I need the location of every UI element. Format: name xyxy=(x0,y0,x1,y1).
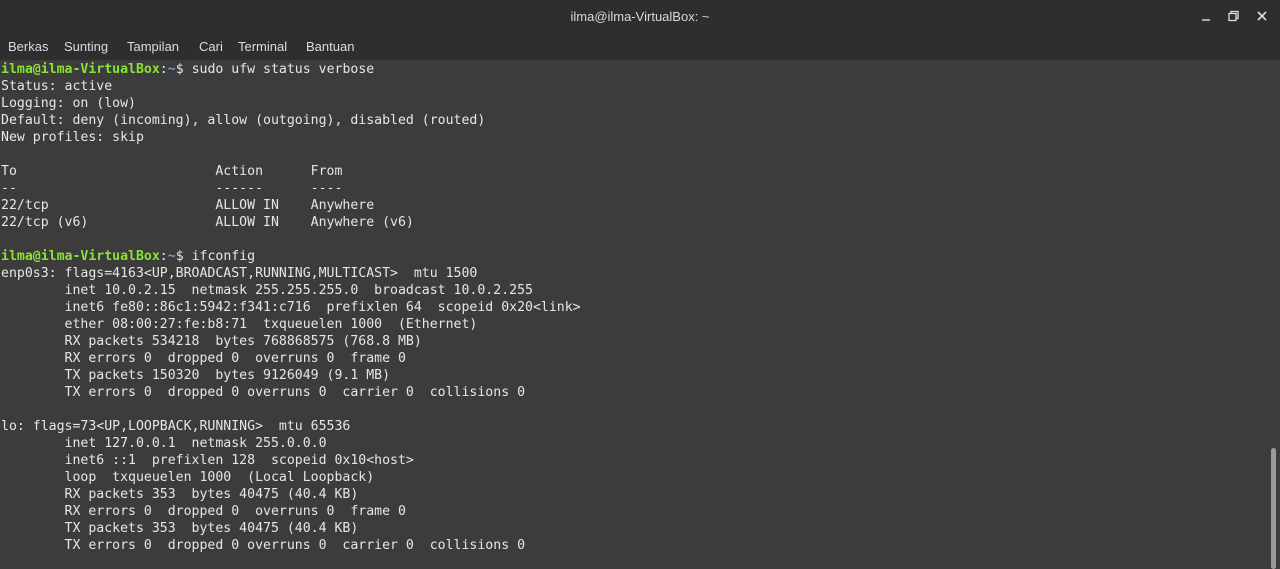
restore-icon xyxy=(1228,10,1239,22)
title-bar[interactable]: ilma@ilma-VirtualBox: ~ xyxy=(0,0,1280,32)
prompt-path: ~ xyxy=(167,62,176,77)
output-line: RX packets 353 bytes 40475 (40.4 KB) xyxy=(1,487,359,502)
output-line: inet6 ::1 prefixlen 128 scopeid 0x10<hos… xyxy=(1,453,414,468)
command-text: ifconfig xyxy=(191,249,256,264)
output-line: -- ------ ---- xyxy=(1,181,343,196)
menu-bantuan[interactable]: Bantuan xyxy=(306,39,354,54)
close-icon xyxy=(1257,11,1267,21)
output-line: TX packets 150320 bytes 9126049 (9.1 MB) xyxy=(1,368,391,383)
output-line: inet 10.0.2.15 netmask 255.255.255.0 bro… xyxy=(1,283,533,298)
prompt-separator: : xyxy=(159,249,168,264)
scrollbar-thumb[interactable] xyxy=(1271,448,1276,569)
prompt-symbol: $ xyxy=(175,62,192,77)
output-line: New profiles: skip xyxy=(1,130,144,145)
terminal-lines: ilma@ilma-VirtualBox:~$ sudo ufw status … xyxy=(1,61,581,554)
menu-tampilan[interactable]: Tampilan xyxy=(127,39,179,54)
prompt-user: ilma@ilma-VirtualBox xyxy=(1,249,160,264)
window-title: ilma@ilma-VirtualBox: ~ xyxy=(570,9,710,24)
output-line: RX errors 0 dropped 0 overruns 0 frame 0 xyxy=(1,504,406,519)
close-button[interactable] xyxy=(1252,6,1272,26)
menu-berkas[interactable]: Berkas xyxy=(8,39,48,54)
output-line: RX packets 534218 bytes 768868575 (768.8… xyxy=(1,334,422,349)
menu-sunting[interactable]: Sunting xyxy=(64,39,108,54)
prompt-separator: : xyxy=(159,62,168,77)
output-line: ether 08:00:27:fe:b8:71 txqueuelen 1000 … xyxy=(1,317,478,332)
menu-cari[interactable]: Cari xyxy=(199,39,223,54)
minimize-icon xyxy=(1202,19,1210,21)
prompt-line: ilma@ilma-VirtualBox:~$ sudo ufw status … xyxy=(1,61,581,78)
output-line: To Action From xyxy=(1,164,343,179)
output-line: TX packets 353 bytes 40475 (40.4 KB) xyxy=(1,521,359,536)
terminal-output[interactable]: ilma@ilma-VirtualBox:~$ sudo ufw status … xyxy=(0,60,1268,569)
menu-bar: Berkas Sunting Tampilan Cari Terminal Ba… xyxy=(0,32,1280,60)
output-line: inet6 fe80::86c1:5942:f341:c716 prefixle… xyxy=(1,300,581,315)
terminal-window: ilma@ilma-VirtualBox: ~ Berkas Sunting T… xyxy=(0,0,1280,569)
output-line: loop txqueuelen 1000 (Local Loopback) xyxy=(1,470,375,485)
menu-terminal[interactable]: Terminal xyxy=(238,39,287,54)
scrollbar[interactable] xyxy=(1268,60,1280,569)
output-line: RX errors 0 dropped 0 overruns 0 frame 0 xyxy=(1,351,406,366)
output-line: Logging: on (low) xyxy=(1,96,136,111)
prompt-user: ilma@ilma-VirtualBox xyxy=(1,62,160,77)
output-line: TX errors 0 dropped 0 overruns 0 carrier… xyxy=(1,538,526,553)
output-line: 22/tcp (v6) ALLOW IN Anywhere (v6) xyxy=(1,215,414,230)
prompt-line: ilma@ilma-VirtualBox:~$ ifconfig xyxy=(1,248,581,265)
output-line: 22/tcp ALLOW IN Anywhere xyxy=(1,198,375,213)
output-line: inet 127.0.0.1 netmask 255.0.0.0 xyxy=(1,436,327,451)
output-line: lo: flags=73<UP,LOOPBACK,RUNNING> mtu 65… xyxy=(1,419,351,434)
prompt-path: ~ xyxy=(167,249,176,264)
minimize-button[interactable] xyxy=(1196,6,1216,26)
command-text: sudo ufw status verbose xyxy=(191,62,375,77)
output-line: TX errors 0 dropped 0 overruns 0 carrier… xyxy=(1,385,526,400)
prompt-symbol: $ xyxy=(175,249,192,264)
output-line: Status: active xyxy=(1,79,113,94)
output-line: Default: deny (incoming), allow (outgoin… xyxy=(1,113,486,128)
output-line: enp0s3: flags=4163<UP,BROADCAST,RUNNING,… xyxy=(1,266,478,281)
maximize-button[interactable] xyxy=(1224,6,1244,26)
